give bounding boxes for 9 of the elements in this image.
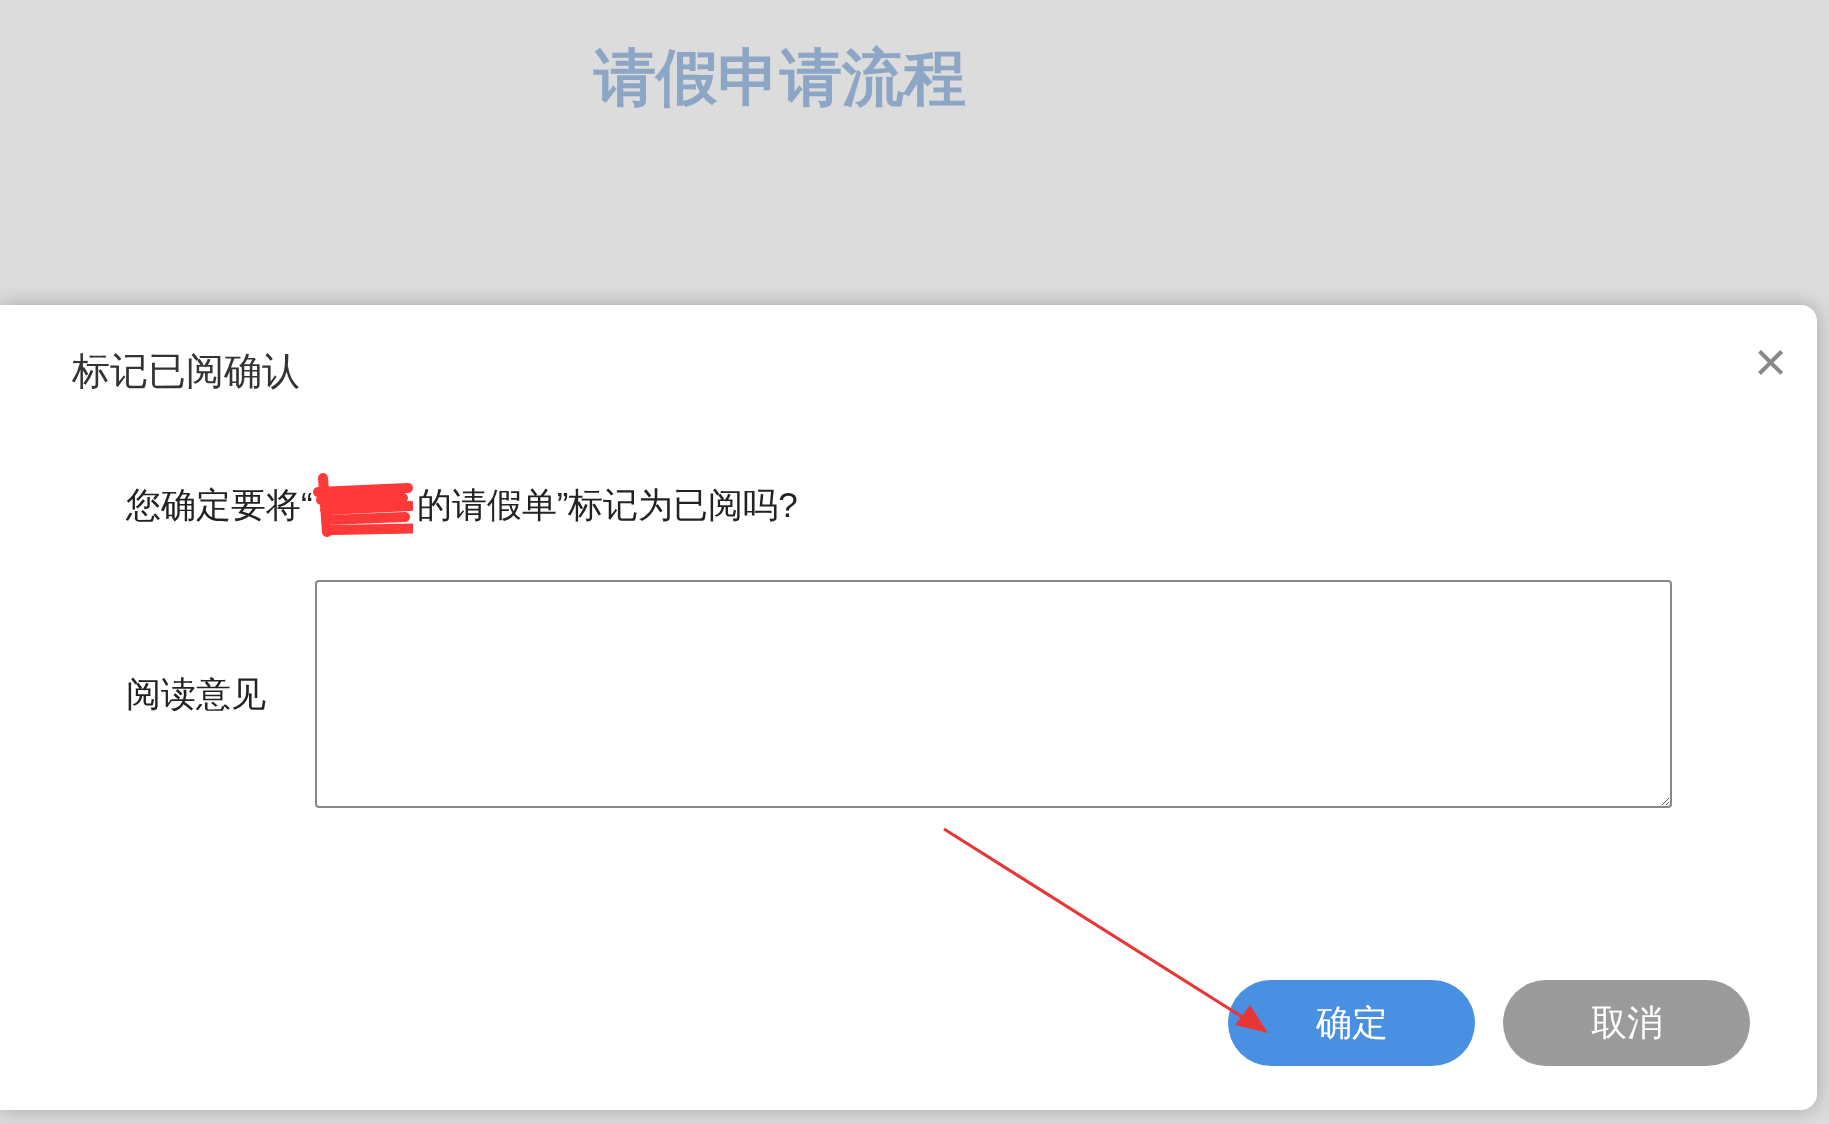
confirm-button[interactable]: 确定 (1228, 980, 1475, 1066)
cancel-button[interactable]: 取消 (1503, 980, 1750, 1066)
close-button[interactable]: × (1754, 333, 1787, 390)
message-text: 您确定要将“ (126, 483, 313, 526)
comment-field[interactable] (315, 580, 1672, 808)
message-text: 的请假单”标记为已阅吗? (416, 483, 798, 526)
field-label: 阅读意见 (126, 672, 267, 715)
page-title: 请假申请流程 (594, 42, 966, 114)
dialog-title: 标记已阅确认 (72, 349, 300, 394)
